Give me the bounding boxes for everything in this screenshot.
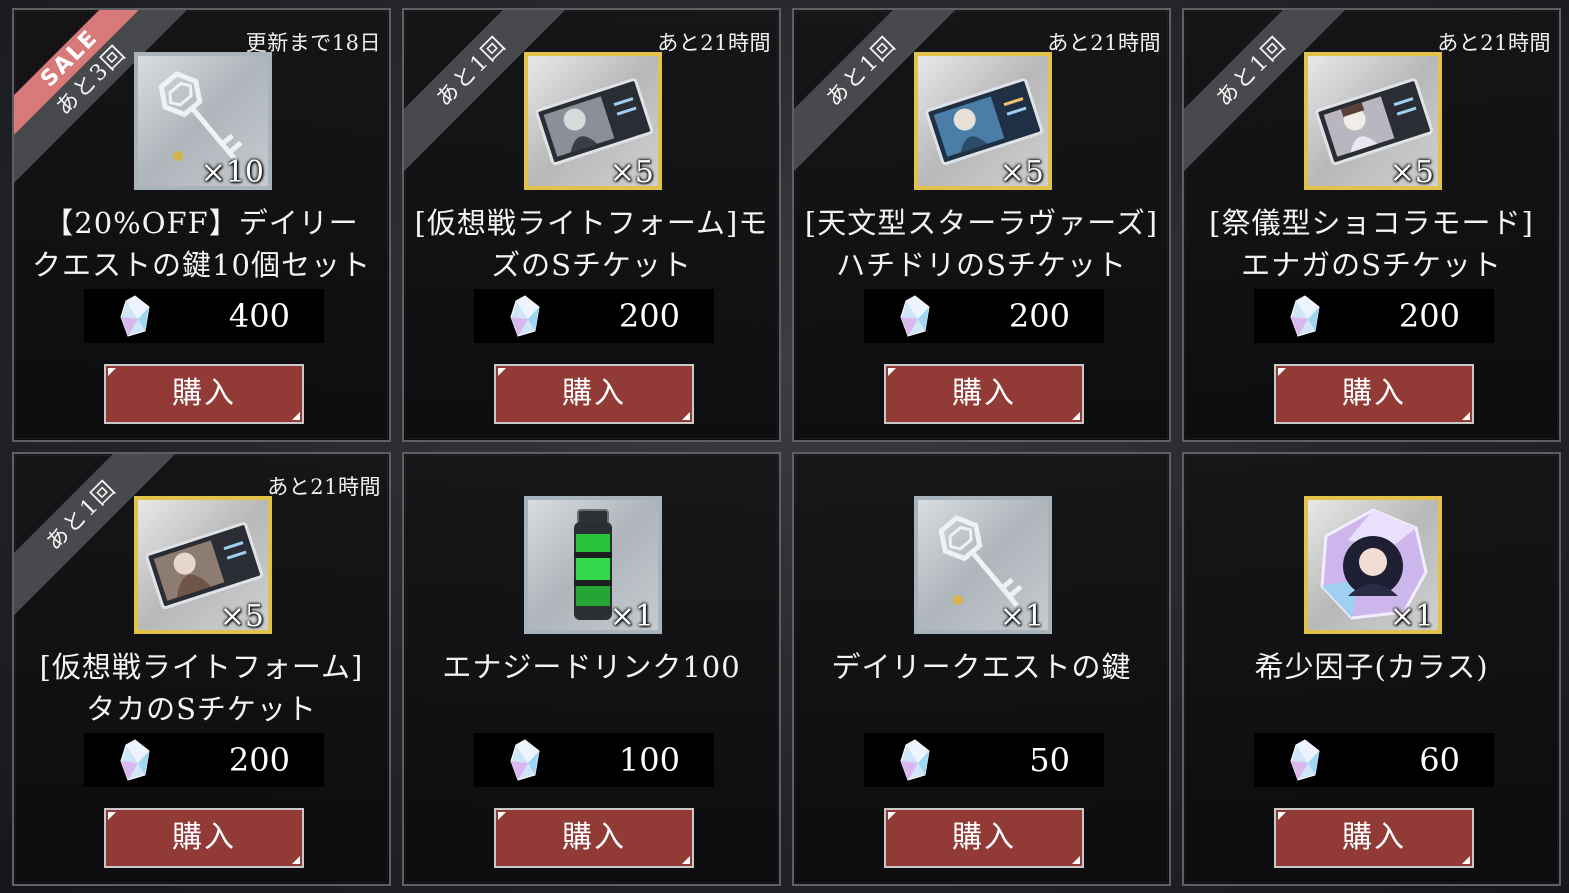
crystal-currency-icon: [510, 295, 540, 337]
item-name: [仮想戦ライトフォーム]モ ズのSチケット: [404, 202, 779, 286]
item-name-line: デイリークエストの鍵: [831, 650, 1132, 684]
buy-button[interactable]: 購入: [494, 364, 694, 424]
item-quantity: ×5: [609, 155, 654, 190]
remaining-time: あと21時間: [1437, 31, 1551, 55]
item-name-line: 【20%OFF】デイリー: [44, 206, 359, 240]
buy-button[interactable]: 購入: [494, 808, 694, 868]
item-name-line: エナジードリンク100: [442, 650, 741, 684]
price-box: 50: [864, 733, 1104, 787]
item-icon-frame[interactable]: ×5: [134, 496, 272, 634]
shop-item-card: あと1回 あと21時間 ×5 [祭儀型ショコラモード] エナガのSチケット 20…: [1182, 8, 1561, 442]
item-name-line: [天文型スターラヴァーズ]: [804, 206, 1159, 240]
buy-button[interactable]: 購入: [104, 808, 304, 868]
buy-button[interactable]: 購入: [884, 808, 1084, 868]
item-quantity: ×10: [200, 155, 264, 190]
item-price: 200: [228, 741, 290, 779]
item-name: [仮想戦ライトフォーム] タカのSチケット: [14, 646, 389, 730]
remaining-time: あと21時間: [267, 475, 381, 499]
item-name-line: ズのSチケット: [491, 248, 692, 282]
item-price: 200: [1398, 297, 1460, 335]
shop-item-card: SALE あと3回 更新まで18日 ×10 【20%OFF】デイリー クエストの…: [12, 8, 391, 442]
item-icon-frame[interactable]: ×1: [1304, 496, 1442, 634]
crystal-currency-icon: [900, 739, 930, 781]
price-box: 100: [474, 733, 714, 787]
shop-item-card: あと1回 あと21時間 ×5 [仮想戦ライトフォーム]モ ズのSチケット 200…: [402, 8, 781, 442]
buy-button[interactable]: 購入: [1274, 808, 1474, 868]
item-icon-frame[interactable]: ×5: [1304, 52, 1442, 190]
remaining-time: あと21時間: [657, 31, 771, 55]
buy-button[interactable]: 購入: [1274, 364, 1474, 424]
price-box: 60: [1254, 733, 1494, 787]
item-name: エナジードリンク100: [404, 646, 779, 688]
item-icon-frame[interactable]: ×10: [134, 52, 272, 190]
item-name: [祭儀型ショコラモード] エナガのSチケット: [1184, 202, 1559, 286]
item-name-line: クエストの鍵10個セット: [32, 248, 371, 282]
item-price: 60: [1419, 741, 1460, 779]
price-box: 200: [864, 289, 1104, 343]
crystal-currency-icon: [120, 739, 150, 781]
price-box: 200: [84, 733, 324, 787]
item-price: 200: [1008, 297, 1070, 335]
price-box: 200: [1254, 289, 1494, 343]
item-price: 100: [618, 741, 680, 779]
item-name-line: ハチドリのSチケット: [836, 248, 1127, 282]
item-icon-frame[interactable]: ×5: [914, 52, 1052, 190]
item-quantity: ×5: [1389, 155, 1434, 190]
item-name: [天文型スターラヴァーズ] ハチドリのSチケット: [794, 202, 1169, 286]
remaining-time: あと21時間: [1047, 31, 1161, 55]
item-name-line: 希少因子(カラス): [1254, 650, 1489, 684]
item-icon-frame[interactable]: ×1: [524, 496, 662, 634]
price-box: 400: [84, 289, 324, 343]
shop-item-card: ×1 希少因子(カラス) 60 購入: [1182, 452, 1561, 886]
item-quantity: ×5: [999, 155, 1044, 190]
item-price: 400: [228, 297, 290, 335]
item-name-line: [祭儀型ショコラモード]: [1209, 206, 1534, 240]
shop-grid: SALE あと3回 更新まで18日 ×10 【20%OFF】デイリー クエストの…: [0, 0, 1569, 893]
item-quantity: ×1: [1389, 599, 1434, 634]
shop-item-card: あと1回 あと21時間 ×5 [天文型スターラヴァーズ] ハチドリのSチケット: [792, 8, 1171, 442]
item-name-line: [仮想戦ライトフォーム]: [39, 650, 364, 684]
item-price: 50: [1029, 741, 1070, 779]
crystal-currency-icon: [120, 295, 150, 337]
item-icon-frame[interactable]: ×5: [524, 52, 662, 190]
buy-button[interactable]: 購入: [884, 364, 1084, 424]
item-name-line: エナガのSチケット: [1241, 248, 1502, 282]
crystal-currency-icon: [900, 295, 930, 337]
item-quantity: ×1: [609, 599, 654, 634]
item-price: 200: [618, 297, 680, 335]
crystal-currency-icon: [1290, 739, 1320, 781]
shop-item-card: ×1 デイリークエストの鍵 50 購入: [792, 452, 1171, 886]
item-quantity: ×5: [219, 599, 264, 634]
item-name: 【20%OFF】デイリー クエストの鍵10個セット: [14, 202, 389, 286]
shop-item-card: あと1回 あと21時間 ×5 [仮想戦ライトフォーム] タカのSチケット 200…: [12, 452, 391, 886]
shop-item-card: ×1 エナジードリンク100 100 購入: [402, 452, 781, 886]
item-name: デイリークエストの鍵: [794, 646, 1169, 688]
item-name: 希少因子(カラス): [1184, 646, 1559, 688]
item-quantity: ×1: [999, 599, 1044, 634]
crystal-currency-icon: [1290, 295, 1320, 337]
item-name-line: タカのSチケット: [86, 692, 317, 726]
price-box: 200: [474, 289, 714, 343]
item-name-line: [仮想戦ライトフォーム]モ: [414, 206, 769, 240]
buy-button[interactable]: 購入: [104, 364, 304, 424]
item-icon-frame[interactable]: ×1: [914, 496, 1052, 634]
crystal-currency-icon: [510, 739, 540, 781]
